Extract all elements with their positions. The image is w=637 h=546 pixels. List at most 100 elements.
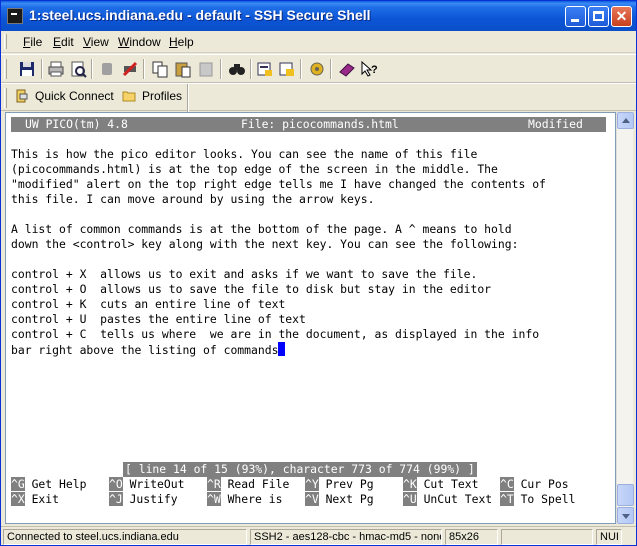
text-cursor — [278, 342, 286, 356]
status-cipher: SSH2 - aes128-cbc - hmac-md5 - none — [250, 529, 442, 545]
vertical-scrollbar[interactable] — [616, 112, 634, 524]
shortcut-key: ^R — [207, 477, 221, 491]
shortcut-key: ^J — [109, 492, 123, 506]
toolbar-separator — [91, 59, 93, 79]
print-icon[interactable] — [47, 60, 65, 78]
profiles-button[interactable]: Profiles — [122, 89, 182, 107]
paste-icon[interactable] — [174, 60, 192, 78]
shortcut-label: Exit — [31, 492, 60, 506]
window-title: 1:steel.ucs.indiana.edu - default - SSH … — [29, 7, 371, 23]
menu-view-accel: V — [83, 35, 91, 49]
menu-edit-label: dit — [61, 35, 74, 49]
editor-line: control + X allows us to exit and asks i… — [11, 267, 478, 281]
profile-settings-icon[interactable] — [278, 60, 296, 78]
toolbar-separator — [300, 59, 302, 79]
shortcut-justify: ^J Justify — [109, 492, 178, 507]
menu-edit-accel: E — [53, 35, 62, 49]
shortcut-uncut-text: ^U UnCut Text — [403, 492, 492, 507]
title-bar[interactable]: 1:steel.ucs.indiana.edu - default - SSH … — [1, 1, 636, 31]
shortcut-label: Cur Pos — [520, 477, 569, 491]
menu-help-label: elp — [177, 35, 194, 49]
status-num-lock: NUI — [596, 529, 622, 545]
toolbar-separator — [143, 59, 145, 79]
menu-edit[interactable]: Edit — [53, 35, 74, 49]
shortcut-label: Where is — [227, 492, 283, 506]
minimize-icon — [571, 19, 579, 22]
toolbar-separator — [41, 59, 43, 79]
save-icon[interactable] — [18, 60, 36, 78]
file-transfer-icon[interactable] — [308, 60, 326, 78]
menu-grip[interactable] — [4, 34, 7, 49]
status-connection: Connected to steel.ucs.indiana.edu — [3, 529, 247, 545]
editor-line: down the <control> key along with the ne… — [11, 237, 519, 251]
menu-view-label: iew — [90, 35, 109, 49]
menu-window-accel: W — [118, 35, 130, 49]
menu-help-accel: H — [169, 35, 178, 49]
close-button[interactable]: ✕ — [611, 6, 632, 27]
editor-line-current: bar right above the listing of commands — [11, 342, 286, 357]
toolbar-grip[interactable] — [4, 88, 7, 108]
scroll-thumb[interactable] — [617, 484, 634, 506]
svg-text:?: ? — [371, 64, 378, 76]
menu-window[interactable]: Window — [118, 35, 161, 49]
pico-filename: File: picocommands.html — [241, 117, 399, 131]
shortcut-label: Prev Pg — [325, 477, 374, 491]
shortcut-where-is: ^W Where is — [207, 492, 282, 507]
shortcut-key: ^X — [11, 492, 25, 506]
maximize-icon — [593, 11, 604, 21]
toolbar-separator — [220, 59, 222, 79]
shortcut-label: Cut Text — [423, 477, 479, 491]
profiles-toolbar: Quick Connect Profiles — [1, 83, 636, 112]
scroll-down-button[interactable] — [617, 507, 634, 524]
menu-view[interactable]: View — [83, 35, 109, 49]
toolbar-divider — [187, 84, 189, 112]
quick-connect-button[interactable]: Quick Connect — [15, 89, 114, 107]
editor-line: This is how the pico editor looks. You c… — [11, 147, 478, 161]
shortcut-key: ^C — [500, 477, 514, 491]
shortcut-cur-pos: ^C Cur Pos — [500, 477, 569, 492]
quick-connect-label: Quick Connect — [35, 89, 114, 103]
editor-line: (picocommands.html) is at the top edge o… — [11, 162, 498, 176]
find-icon[interactable] — [228, 60, 246, 78]
editor-line: control + O allows us to save the file t… — [11, 282, 492, 296]
folder-icon — [122, 91, 136, 102]
menu-help[interactable]: Help — [169, 35, 194, 49]
editor-line: control + C tells us where we are in the… — [11, 327, 540, 341]
help-book-icon[interactable] — [338, 60, 356, 78]
status-empty-panel — [501, 529, 593, 545]
shortcut-key: ^V — [305, 492, 319, 506]
context-help-icon[interactable]: ? — [360, 60, 378, 78]
shortcut-writeout: ^O WriteOut — [109, 477, 184, 492]
print-preview-icon[interactable] — [69, 60, 87, 78]
editor-line-text: bar right above the listing of commands — [11, 343, 279, 357]
editor-line: A list of common commands is at the bott… — [11, 222, 512, 236]
shortcut-key: ^G — [11, 477, 25, 491]
toolbar-separator — [250, 59, 252, 79]
minimize-button[interactable] — [565, 6, 586, 27]
paste-disabled-icon[interactable] — [197, 60, 215, 78]
shortcut-read-file: ^R Read File — [207, 477, 289, 492]
copy-icon[interactable] — [151, 60, 169, 78]
shortcut-next-page: ^V Next Pg — [305, 492, 374, 507]
menu-file[interactable]: File — [23, 35, 42, 49]
settings-icon[interactable] — [256, 60, 274, 78]
scroll-up-button[interactable] — [617, 112, 634, 129]
pico-version: UW PICO(tm) 4.8 — [25, 117, 128, 131]
shortcut-key: ^U — [403, 492, 417, 506]
reconnect-icon[interactable] — [98, 60, 116, 78]
shortcut-key: ^K — [403, 477, 417, 491]
editor-line: this file. I can move around by using th… — [11, 192, 375, 206]
toolbar-grip[interactable] — [4, 59, 7, 79]
terminal-area[interactable]: UW PICO(tm) 4.8 File: picocommands.html … — [5, 112, 616, 524]
shortcut-prev-page: ^Y Prev Pg — [305, 477, 374, 492]
shortcut-label: WriteOut — [129, 477, 185, 491]
terminal-app-icon[interactable] — [7, 8, 23, 24]
main-toolbar: ? — [1, 54, 636, 83]
disconnect-icon[interactable] — [121, 60, 139, 78]
shortcut-label: Justify — [129, 492, 178, 506]
pico-status-bar: [ line 14 of 15 (93%), character 773 of … — [123, 462, 477, 477]
maximize-button[interactable] — [588, 6, 609, 27]
shortcut-exit: ^X Exit — [11, 492, 59, 507]
editor-line: control + U pastes the entire line of te… — [11, 312, 306, 326]
shortcut-label: Next Pg — [325, 492, 374, 506]
